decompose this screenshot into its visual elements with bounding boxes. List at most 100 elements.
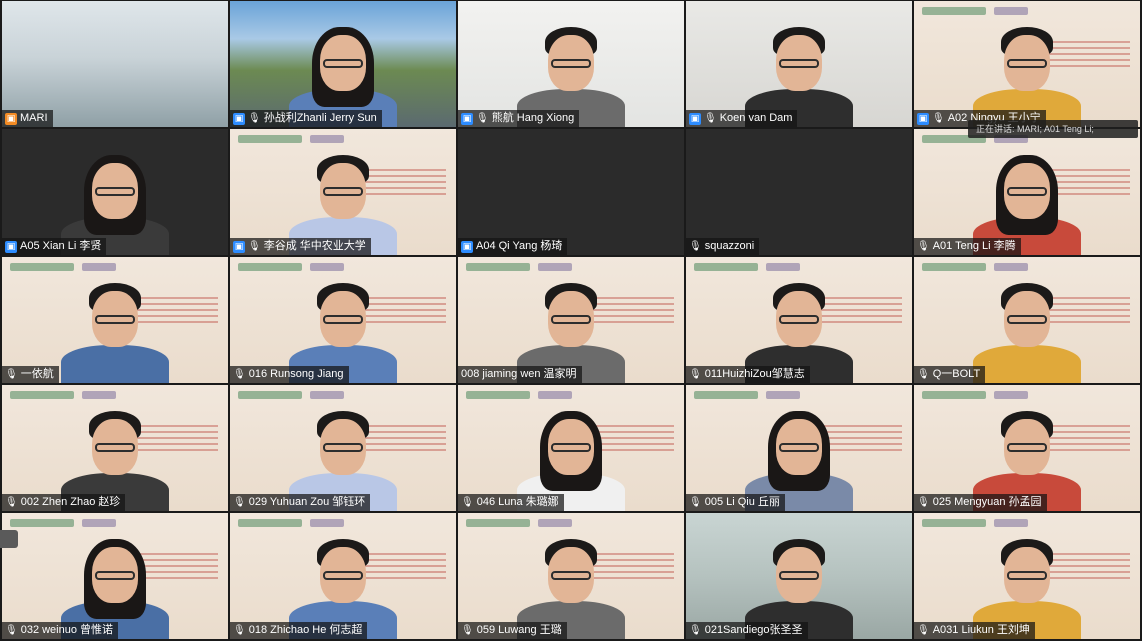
participant-tile[interactable]: 🎙 046 Luna 朱璐娜 xyxy=(458,385,684,511)
participant-tile[interactable]: 🎙 Q一BOLT xyxy=(914,257,1140,383)
poster-logo-secondary xyxy=(766,391,800,399)
poster-logo xyxy=(10,263,74,271)
participant-name: Q一BOLT xyxy=(932,368,981,380)
mic-icon: 🎙 xyxy=(5,497,18,508)
participant-tile[interactable]: ▣ A05 Xian Li 李贤 xyxy=(2,129,228,255)
participant-tile[interactable]: ▣ 🎙 A02 Ningyu 王小宁 xyxy=(914,1,1140,127)
glasses xyxy=(323,315,363,324)
participant-tile[interactable]: 🎙 032 weinuo 曾惟诺 xyxy=(2,513,228,639)
glasses xyxy=(779,315,819,324)
participant-tile[interactable]: ▣ A04 Qi Yang 杨琦 xyxy=(458,129,684,255)
mic-icon: 🎙 xyxy=(917,497,930,508)
mic-icon: 🎙 xyxy=(917,241,930,252)
glasses xyxy=(1007,315,1047,324)
participant-tile[interactable]: 🎙 squazzoni xyxy=(686,129,912,255)
glasses xyxy=(779,443,819,452)
glasses xyxy=(95,443,135,452)
participant-tile[interactable]: 🎙 一依航 xyxy=(2,257,228,383)
poster-logo-secondary xyxy=(82,519,116,527)
mic-icon: 🎙 xyxy=(233,369,246,380)
participant-tile[interactable]: ▣ MARI xyxy=(2,1,228,127)
participant-tile[interactable]: 008 jiaming wen 温家明 xyxy=(458,257,684,383)
participant-tile[interactable]: 🎙 005 Li Qiu 丘丽 xyxy=(686,385,912,511)
video-badge-icon: ▣ xyxy=(5,240,17,253)
poster-logo-secondary xyxy=(994,263,1028,271)
participant-name: 059 Luwang 王璐 xyxy=(476,624,562,636)
glasses xyxy=(1007,59,1047,68)
participant-name: 029 Yuhuan Zou 邹钰环 xyxy=(248,496,366,508)
mic-icon: 🎙 xyxy=(233,625,246,636)
participant-name-label: 🎙 046 Luna 朱璐娜 xyxy=(458,494,564,511)
poster-logo-secondary xyxy=(310,519,344,527)
poster-logo-secondary xyxy=(538,263,572,271)
video-badge-icon: ▣ xyxy=(233,240,245,253)
poster-logo xyxy=(466,263,530,271)
participant-body xyxy=(61,345,169,383)
participant-name: A05 Xian Li 李贤 xyxy=(20,240,102,252)
glasses xyxy=(1007,443,1047,452)
participant-name-label: 🎙 032 weinuo 曾惟诺 xyxy=(2,622,119,639)
participant-name-label: 🎙 018 Zhichao He 何志超 xyxy=(230,622,368,639)
glasses xyxy=(323,59,363,68)
poster-logo-secondary xyxy=(82,263,116,271)
participant-name: 025 Mengyuan 孙孟园 xyxy=(932,496,1042,508)
poster-logo-secondary xyxy=(310,391,344,399)
participant-video xyxy=(60,273,170,383)
mic-icon: 🎙 xyxy=(689,369,702,380)
participant-tile[interactable]: 🎙 002 Zhen Zhao 赵珍 xyxy=(2,385,228,511)
participant-name-label: 🎙 A01 Teng Li 李腾 xyxy=(914,238,1021,255)
participant-name: 李谷成 华中农业大学 xyxy=(263,240,366,252)
participant-name-label: 🎙 A031 Liukun 王刘坤 xyxy=(914,622,1035,639)
participant-name-label: 🎙 059 Luwang 王璐 xyxy=(458,622,567,639)
participant-name-label: ▣ 🎙 李谷成 华中农业大学 xyxy=(230,238,371,255)
participant-name: 046 Luna 朱璐娜 xyxy=(476,496,559,508)
participant-tile[interactable]: ▣ 🎙 孙战利Zhanli Jerry Sun xyxy=(230,1,456,127)
speaking-indicator: 正在讲话: MARI; A01 Teng Li; xyxy=(968,120,1138,138)
poster-logo xyxy=(922,391,986,399)
video-badge-icon: ▣ xyxy=(917,112,929,125)
glasses xyxy=(551,571,591,580)
participant-name: squazzoni xyxy=(704,240,755,252)
poster-logo-secondary xyxy=(994,391,1028,399)
participant-name-label: ▣ A04 Qi Yang 杨琦 xyxy=(458,238,568,255)
participant-tile[interactable]: 🎙 011HuizhiZou邹慧志 xyxy=(686,257,912,383)
video-grid: ▣ MARI ▣ 🎙 孙战利Zhanli Jerry Sun ▣ 🎙 熊航 Hang Xion… xyxy=(0,0,1142,641)
participant-tile[interactable]: 🎙 A01 Teng Li 李腾 xyxy=(914,129,1140,255)
participant-tile[interactable]: 🎙 025 Mengyuan 孙孟园 xyxy=(914,385,1140,511)
participant-name-label: 🎙 025 Mengyuan 孙孟园 xyxy=(914,494,1047,511)
participant-name: Koen van Dam xyxy=(719,112,793,124)
participant-tile[interactable]: 🎙 A031 Liukun 王刘坤 xyxy=(914,513,1140,639)
glasses xyxy=(551,59,591,68)
participant-tile[interactable]: 🎙 029 Yuhuan Zou 邹钰环 xyxy=(230,385,456,511)
participant-name: MARI xyxy=(20,112,48,124)
participant-tile[interactable]: 🎙 059 Luwang 王璐 xyxy=(458,513,684,639)
mic-icon: 🎙 xyxy=(917,625,930,636)
poster-logo xyxy=(10,391,74,399)
participant-tile[interactable]: 🎙 021Sandiego张圣圣 xyxy=(686,513,912,639)
video-badge-icon: ▣ xyxy=(233,112,245,125)
participant-body xyxy=(973,345,1081,383)
mic-icon: 🎙 xyxy=(689,241,702,252)
poster-logo xyxy=(238,391,302,399)
participant-tile[interactable]: ▣ 🎙 Koen van Dam xyxy=(686,1,912,127)
participant-name: 018 Zhichao He 何志超 xyxy=(248,624,363,636)
participant-tile[interactable]: ▣ 🎙 李谷成 华中农业大学 xyxy=(230,129,456,255)
poster-logo-secondary xyxy=(994,7,1028,15)
mic-icon: 🎙 xyxy=(248,113,261,124)
side-panel-handle[interactable] xyxy=(0,530,18,548)
glasses xyxy=(323,187,363,196)
participant-name-label: 🎙 002 Zhen Zhao 赵珍 xyxy=(2,494,126,511)
participant-name: 008 jiaming wen 温家明 xyxy=(461,368,577,380)
poster-logo-secondary xyxy=(310,263,344,271)
glasses xyxy=(95,571,135,580)
glasses xyxy=(95,315,135,324)
poster-logo xyxy=(694,263,758,271)
participant-name: 一依航 xyxy=(20,368,54,380)
mic-icon: 🎙 xyxy=(917,369,930,380)
participant-tile[interactable]: 🎙 016 Runsong Jiang xyxy=(230,257,456,383)
participant-tile[interactable]: ▣ 🎙 熊航 Hang Xiong xyxy=(458,1,684,127)
poster-logo xyxy=(922,263,986,271)
participant-tile[interactable]: 🎙 018 Zhichao He 何志超 xyxy=(230,513,456,639)
poster-logo xyxy=(238,519,302,527)
mic-icon: 🎙 xyxy=(704,113,717,124)
